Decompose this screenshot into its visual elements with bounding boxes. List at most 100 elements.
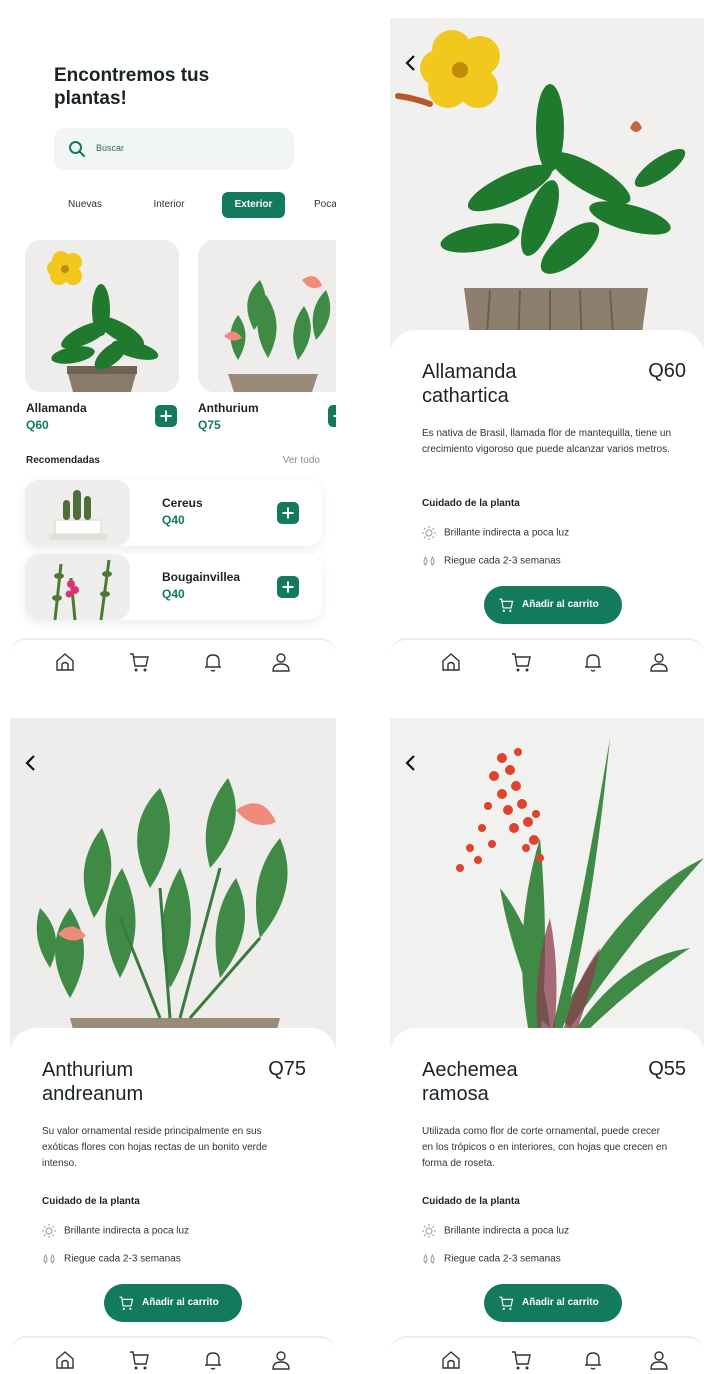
detail-sheet: Allamanda cathartica Q60 Es nativa de Br…	[390, 330, 704, 660]
care-water: Riegue cada 2-3 semanas	[42, 1252, 181, 1266]
recommended-price-bougainvillea: Q40	[162, 587, 185, 601]
detail-screen-allamanda: Allamanda cathartica Q60 Es nativa de Br…	[390, 18, 704, 678]
cart-icon[interactable]	[510, 1349, 532, 1371]
care-water: Riegue cada 2-3 semanas	[422, 554, 561, 568]
add-to-cart-button[interactable]: Añadir al carrito	[484, 1284, 622, 1322]
bottom-nav	[390, 1336, 704, 1374]
user-icon[interactable]	[270, 651, 292, 673]
care-light-text: Brillante indirecta a poca luz	[64, 1225, 190, 1237]
bell-icon[interactable]	[202, 651, 224, 673]
care-title: Cuidado de la planta	[422, 1196, 520, 1207]
featured-card-image-anthurium[interactable]	[198, 240, 336, 392]
add-to-cart-button[interactable]: Añadir al carrito	[484, 586, 622, 624]
user-icon[interactable]	[648, 651, 670, 673]
detail-screen-anthurium: Anthurium andreanum Q75 Su valor ornamen…	[10, 718, 336, 1374]
tab-exterior[interactable]: Exterior	[222, 192, 285, 218]
recommended-price-cereus: Q40	[162, 513, 185, 527]
back-icon[interactable]	[404, 54, 418, 72]
add-to-cart-label: Añadir al carrito	[142, 1297, 219, 1308]
water-drops-icon	[423, 1254, 435, 1264]
add-to-cart-button[interactable]: Añadir al carrito	[104, 1284, 242, 1322]
tab-poca[interactable]: Poca	[314, 192, 336, 218]
plant-name: Anthurium andreanum	[42, 1059, 144, 1105]
featured-price-allamanda: Q60	[26, 418, 49, 432]
tab-nuevas[interactable]: Nuevas	[60, 192, 110, 218]
care-water-text: Riegue cada 2-3 semanas	[444, 555, 561, 567]
featured-card-image-allamanda[interactable]	[25, 240, 179, 392]
water-drops-icon	[423, 556, 435, 566]
detail-screen-aechemea: Aechemea ramosa Q55 Utilizada como flor …	[390, 718, 704, 1374]
care-title: Cuidado de la planta	[42, 1196, 140, 1207]
search-icon	[69, 141, 85, 157]
home-screen: Encontremos tus plantas! Buscar Nuevas I…	[10, 18, 336, 678]
home-icon[interactable]	[54, 1349, 76, 1371]
featured-name-anthurium: Anthurium	[198, 401, 259, 415]
allamanda-image	[25, 240, 179, 392]
care-light-text: Brillante indirecta a poca luz	[444, 527, 570, 539]
hero-image-aechemea	[390, 718, 704, 1048]
home-icon[interactable]	[440, 651, 462, 673]
cart-icon[interactable]	[128, 1349, 150, 1371]
care-water-text: Riegue cada 2-3 semanas	[444, 1253, 561, 1265]
hero-image-allamanda	[390, 18, 704, 348]
plant-price: Q55	[648, 1058, 686, 1080]
category-tabs: Nuevas Interior Exterior Poca	[10, 190, 336, 220]
plant-price: Q60	[648, 360, 686, 382]
sun-icon	[422, 526, 436, 540]
list-item[interactable]: Bougainvillea Q40	[25, 554, 322, 620]
recommended-name-cereus: Cereus	[162, 496, 203, 510]
bottom-nav	[390, 638, 704, 678]
bottom-nav	[10, 638, 336, 678]
cart-icon	[499, 1296, 514, 1310]
back-icon[interactable]	[24, 754, 38, 772]
cereus-image	[25, 480, 130, 546]
sun-icon	[422, 1224, 436, 1238]
cart-icon	[499, 598, 514, 612]
care-water-text: Riegue cada 2-3 semanas	[64, 1253, 181, 1265]
cart-icon[interactable]	[128, 651, 150, 673]
hero-image-anthurium	[10, 718, 336, 1048]
care-light: Brillante indirecta a poca luz	[422, 1224, 569, 1238]
user-icon[interactable]	[648, 1349, 670, 1371]
add-to-cart-label: Añadir al carrito	[522, 599, 599, 610]
add-bougainvillea-button[interactable]	[277, 576, 299, 598]
search-placeholder: Buscar	[96, 143, 125, 153]
detail-sheet: Anthurium andreanum Q75 Su valor ornamen…	[10, 1028, 336, 1358]
care-water: Riegue cada 2-3 semanas	[422, 1252, 561, 1266]
add-allamanda-button[interactable]	[155, 405, 177, 427]
bell-icon[interactable]	[582, 1349, 604, 1371]
home-icon[interactable]	[54, 651, 76, 673]
plant-name: Allamanda cathartica	[422, 361, 517, 407]
cart-icon	[119, 1296, 134, 1310]
anthurium-image	[198, 240, 336, 392]
featured-price-anthurium: Q75	[198, 418, 221, 432]
sun-icon	[42, 1224, 56, 1238]
recommended-title: Recomendadas	[26, 455, 100, 466]
search-input[interactable]: Buscar	[54, 128, 294, 170]
list-item[interactable]: Cereus Q40	[25, 480, 322, 546]
cart-icon[interactable]	[510, 651, 532, 673]
water-drops-icon	[43, 1254, 55, 1264]
care-light: Brillante indirecta a poca luz	[42, 1224, 189, 1238]
detail-sheet: Aechemea ramosa Q55 Utilizada como flor …	[390, 1028, 704, 1358]
bell-icon[interactable]	[202, 1349, 224, 1371]
plant-name: Aechemea ramosa	[422, 1059, 518, 1105]
see-all-link[interactable]: Ver todo	[283, 455, 320, 466]
care-light-text: Brillante indirecta a poca luz	[444, 1225, 570, 1237]
add-cereus-button[interactable]	[277, 502, 299, 524]
bottom-nav	[10, 1336, 336, 1374]
add-to-cart-label: Añadir al carrito	[522, 1297, 599, 1308]
home-icon[interactable]	[440, 1349, 462, 1371]
bell-icon[interactable]	[582, 651, 604, 673]
plant-description: Utilizada como flor de corte ornamental,…	[422, 1126, 668, 1169]
page-title: Encontremos tus plantas!	[54, 65, 210, 109]
tab-interior[interactable]: Interior	[143, 192, 195, 218]
user-icon[interactable]	[270, 1349, 292, 1371]
recommended-name-bougainvillea: Bougainvillea	[162, 570, 241, 584]
bougainvillea-image	[25, 554, 130, 620]
care-title: Cuidado de la planta	[422, 498, 520, 509]
add-anthurium-button[interactable]	[328, 405, 336, 427]
care-light: Brillante indirecta a poca luz	[422, 526, 569, 540]
plant-description: Su valor ornamental reside principalment…	[42, 1126, 268, 1169]
back-icon[interactable]	[404, 754, 418, 772]
